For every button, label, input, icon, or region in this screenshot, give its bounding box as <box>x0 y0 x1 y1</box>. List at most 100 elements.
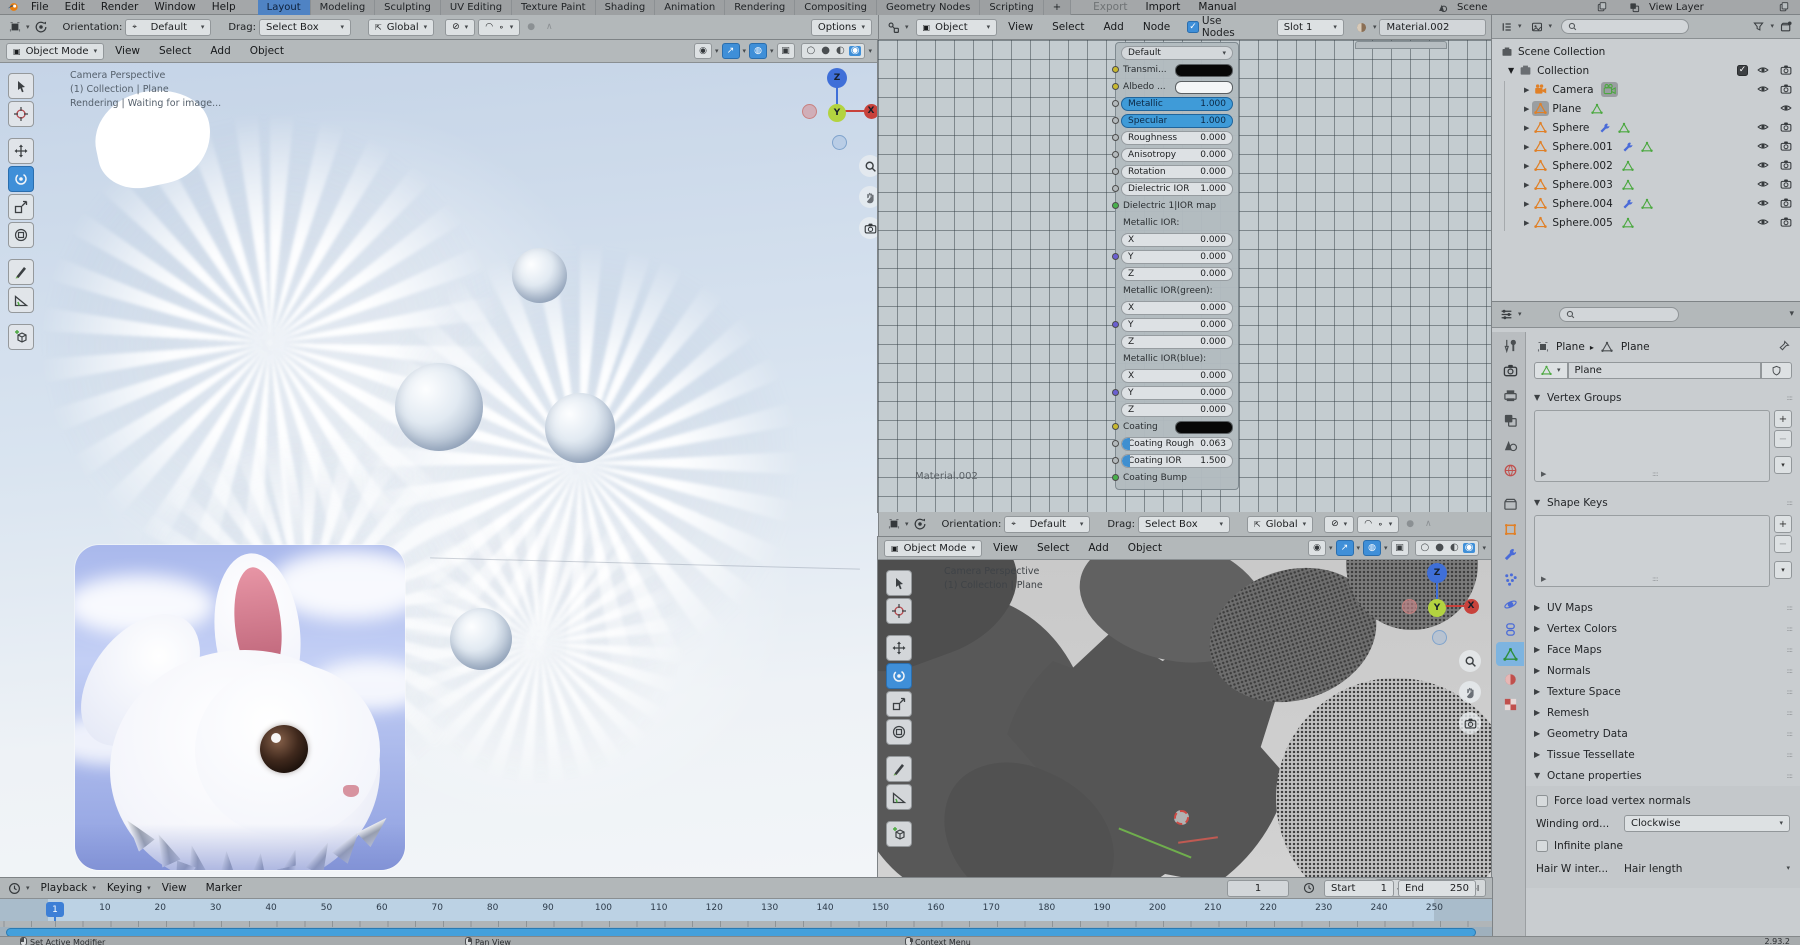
node-row-metallic-ior-green-[interactable]: Metallic IOR(green): <box>1121 284 1233 298</box>
datablock-name-field[interactable]: Plane <box>1568 362 1761 379</box>
viewport-canvas[interactable]: Camera Perspective (1) Collection | Plan… <box>0 63 878 878</box>
slot-dropdown[interactable]: Slot 1▾ <box>1277 19 1344 36</box>
filter-icon[interactable] <box>1750 19 1767 34</box>
node-row-dielectric-1-ior-map[interactable]: Dielectric 1|IOR map <box>1121 199 1233 213</box>
viewport1-axis-negx[interactable] <box>802 104 817 119</box>
properties-tab-particles[interactable] <box>1496 567 1524 591</box>
hide-in-viewport-icon[interactable] <box>1754 214 1771 231</box>
viewport1-scale-tool[interactable] <box>8 194 34 220</box>
outliner-scene-collection[interactable]: Scene Collection <box>1498 42 1800 61</box>
disable-in-render-icon[interactable] <box>1777 214 1794 231</box>
disable-in-render-icon[interactable] <box>1777 195 1794 212</box>
active-tool-icon[interactable] <box>6 20 23 35</box>
panel-uv-maps[interactable]: ▶UV Maps:::: <box>1526 597 1800 618</box>
node-menu-view[interactable]: View <box>1000 20 1041 34</box>
viewport2-zoom-button[interactable] <box>1459 650 1481 672</box>
panel-remesh[interactable]: ▶Remesh:::: <box>1526 702 1800 723</box>
viewport2-select-box-tool[interactable] <box>886 570 912 596</box>
viewport2-axis-negz[interactable] <box>1432 630 1447 645</box>
transform-orientation-dropdown[interactable]: ⇱Global▾ <box>368 19 434 36</box>
properties-tab-texture[interactable] <box>1496 692 1524 716</box>
node-row-x[interactable]: X0.000 <box>1121 233 1233 247</box>
add-workspace-button[interactable]: + <box>1044 0 1071 15</box>
shader-node-editor[interactable]: Default▾Transmi...Albedo ...Metallic1.00… <box>878 40 1492 512</box>
drag-dropdown[interactable]: Select Box▾ <box>259 19 351 36</box>
properties-editor[interactable]: ▾ ▾ Plane▸Plane▾Plane▼Vertex Groups::::▶… <box>1492 302 1800 936</box>
proportional-editing-dropdown[interactable]: ◠⚬▾ <box>1357 516 1399 533</box>
snap-dropdown[interactable]: ⊘▾ <box>445 19 475 36</box>
timeline-menu-marker[interactable]: Marker <box>198 881 250 895</box>
datablock-type-button[interactable]: ▾ <box>1534 362 1568 379</box>
disable-in-render-icon[interactable] <box>1777 62 1794 79</box>
node-row-y[interactable]: Y0.000 <box>1121 250 1233 264</box>
hide-in-viewport-icon[interactable] <box>1754 119 1771 136</box>
disclosure-triangle-icon[interactable]: ▶ <box>1524 181 1529 189</box>
viewport1-add-cube-tool[interactable] <box>8 324 34 350</box>
node-row-y[interactable]: Y0.000 <box>1121 318 1233 332</box>
disable-in-render-icon[interactable] <box>1777 176 1794 193</box>
node-row-z[interactable]: Z0.000 <box>1121 403 1233 417</box>
node-row-y[interactable]: Y0.000 <box>1121 386 1233 400</box>
viewport1-cursor-tool[interactable] <box>8 101 34 127</box>
import-button[interactable]: Import <box>1138 0 1189 14</box>
workspace-tab-scripting[interactable]: Scripting <box>980 0 1043 15</box>
panel-vertex-groups[interactable]: ▼Vertex Groups:::: <box>1526 387 1800 408</box>
viewport2-move-tool[interactable] <box>886 635 912 661</box>
octane-material-node[interactable]: Default▾Transmi...Albedo ...Metallic1.00… <box>1115 42 1239 490</box>
node-row-metallic-ior-[interactable]: Metallic IOR: <box>1121 216 1233 230</box>
outliner-item-sphere.003[interactable]: ▶Sphere.003 <box>1498 175 1800 194</box>
workspace-tab-layout[interactable]: Layout <box>258 0 311 15</box>
properties-tab-material[interactable] <box>1496 667 1524 691</box>
viewport1-rendered-shading-icon[interactable]: ◉ <box>849 46 862 56</box>
viewport2-rendered-shading-icon[interactable]: ◉ <box>1463 543 1476 553</box>
viewport2-pan-button[interactable] <box>1459 681 1481 703</box>
node-row-dielectric-ior[interactable]: Dielectric IOR1.000 <box>1121 182 1233 196</box>
shader-type-dropdown[interactable]: ▣Object▾ <box>916 19 998 36</box>
hide-in-viewport-icon[interactable] <box>1754 62 1771 79</box>
node-row-rotation[interactable]: Rotation0.000 <box>1121 165 1233 179</box>
vertex-groups-remove-button[interactable]: − <box>1774 430 1792 448</box>
new-scene-icon[interactable] <box>1593 0 1610 15</box>
node-preset-row[interactable]: Default▾ <box>1121 46 1233 60</box>
disclosure-triangle-icon[interactable]: ▼ <box>1508 66 1514 75</box>
panel-normals[interactable]: ▶Normals:::: <box>1526 660 1800 681</box>
viewport1-menu-view[interactable]: View <box>107 44 148 58</box>
transform-orientation-dropdown[interactable]: ⇱Global▾ <box>1247 516 1313 533</box>
node-row-x[interactable]: X0.000 <box>1121 369 1233 383</box>
outliner-item-sphere.001[interactable]: ▶Sphere.001 <box>1498 137 1800 156</box>
viewport2-xray-toggle-icon[interactable]: ▣ <box>1391 540 1409 556</box>
hair-interpolation-dropdown[interactable]: Hair length▾ <box>1624 863 1790 875</box>
outliner-item-camera[interactable]: ▶Camera <box>1498 80 1800 99</box>
shape-keys-add-button[interactable]: + <box>1774 515 1792 533</box>
timeline-ruler[interactable]: 1102030405060708090100110120130140150160… <box>0 899 1492 921</box>
proportional-editing-dropdown[interactable]: ◠⚬▾ <box>478 19 520 36</box>
orientation-dropdown[interactable]: ⌖Default▾ <box>1004 516 1090 533</box>
panel-tissue-tessellate[interactable]: ▶Tissue Tessellate:::: <box>1526 744 1800 765</box>
hide-in-viewport-icon[interactable] <box>1754 81 1771 98</box>
topbar-menu-help[interactable]: Help <box>204 0 244 14</box>
viewport2-axis-z[interactable]: Z <box>1427 563 1447 583</box>
outliner-item-sphere[interactable]: ▶Sphere <box>1498 118 1800 137</box>
infinite-plane-checkbox[interactable] <box>1536 840 1548 852</box>
outliner-search-input[interactable] <box>1561 19 1689 34</box>
outliner[interactable]: ▾ ▾ ▾ Scene Collection▼Collection✓▶Camer… <box>1492 15 1800 302</box>
viewport1-menu-select[interactable]: Select <box>151 44 199 58</box>
manual-button[interactable]: Manual <box>1190 0 1244 14</box>
properties-tab-tool[interactable] <box>1496 333 1524 357</box>
viewport1-material-shading-icon[interactable]: ◐ <box>834 46 847 56</box>
properties-tab-output[interactable] <box>1496 383 1524 407</box>
workspace-tab-rendering[interactable]: Rendering <box>725 0 795 15</box>
properties-tab-collection[interactable] <box>1496 492 1524 516</box>
properties-tab-constraints[interactable] <box>1496 617 1524 641</box>
shape-keys-specials-button[interactable]: ▾ <box>1774 561 1792 579</box>
properties-search-input[interactable] <box>1559 307 1679 322</box>
vertex-groups-list[interactable]: ▶:::: <box>1534 410 1770 482</box>
workspace-tab-geometry-nodes[interactable]: Geometry Nodes <box>877 0 980 15</box>
viewport1-menu-object[interactable]: Object <box>242 44 292 58</box>
current-frame-indicator[interactable]: 1 <box>46 902 64 917</box>
workspace-tab-modeling[interactable]: Modeling <box>311 0 376 15</box>
collection-checkbox[interactable]: ✓ <box>1737 65 1748 76</box>
viewport2-transform-tool[interactable] <box>886 719 912 745</box>
node-row-coating-rough[interactable]: Coating Rough0.063 <box>1121 437 1233 451</box>
hide-in-viewport-icon[interactable] <box>1777 100 1794 117</box>
